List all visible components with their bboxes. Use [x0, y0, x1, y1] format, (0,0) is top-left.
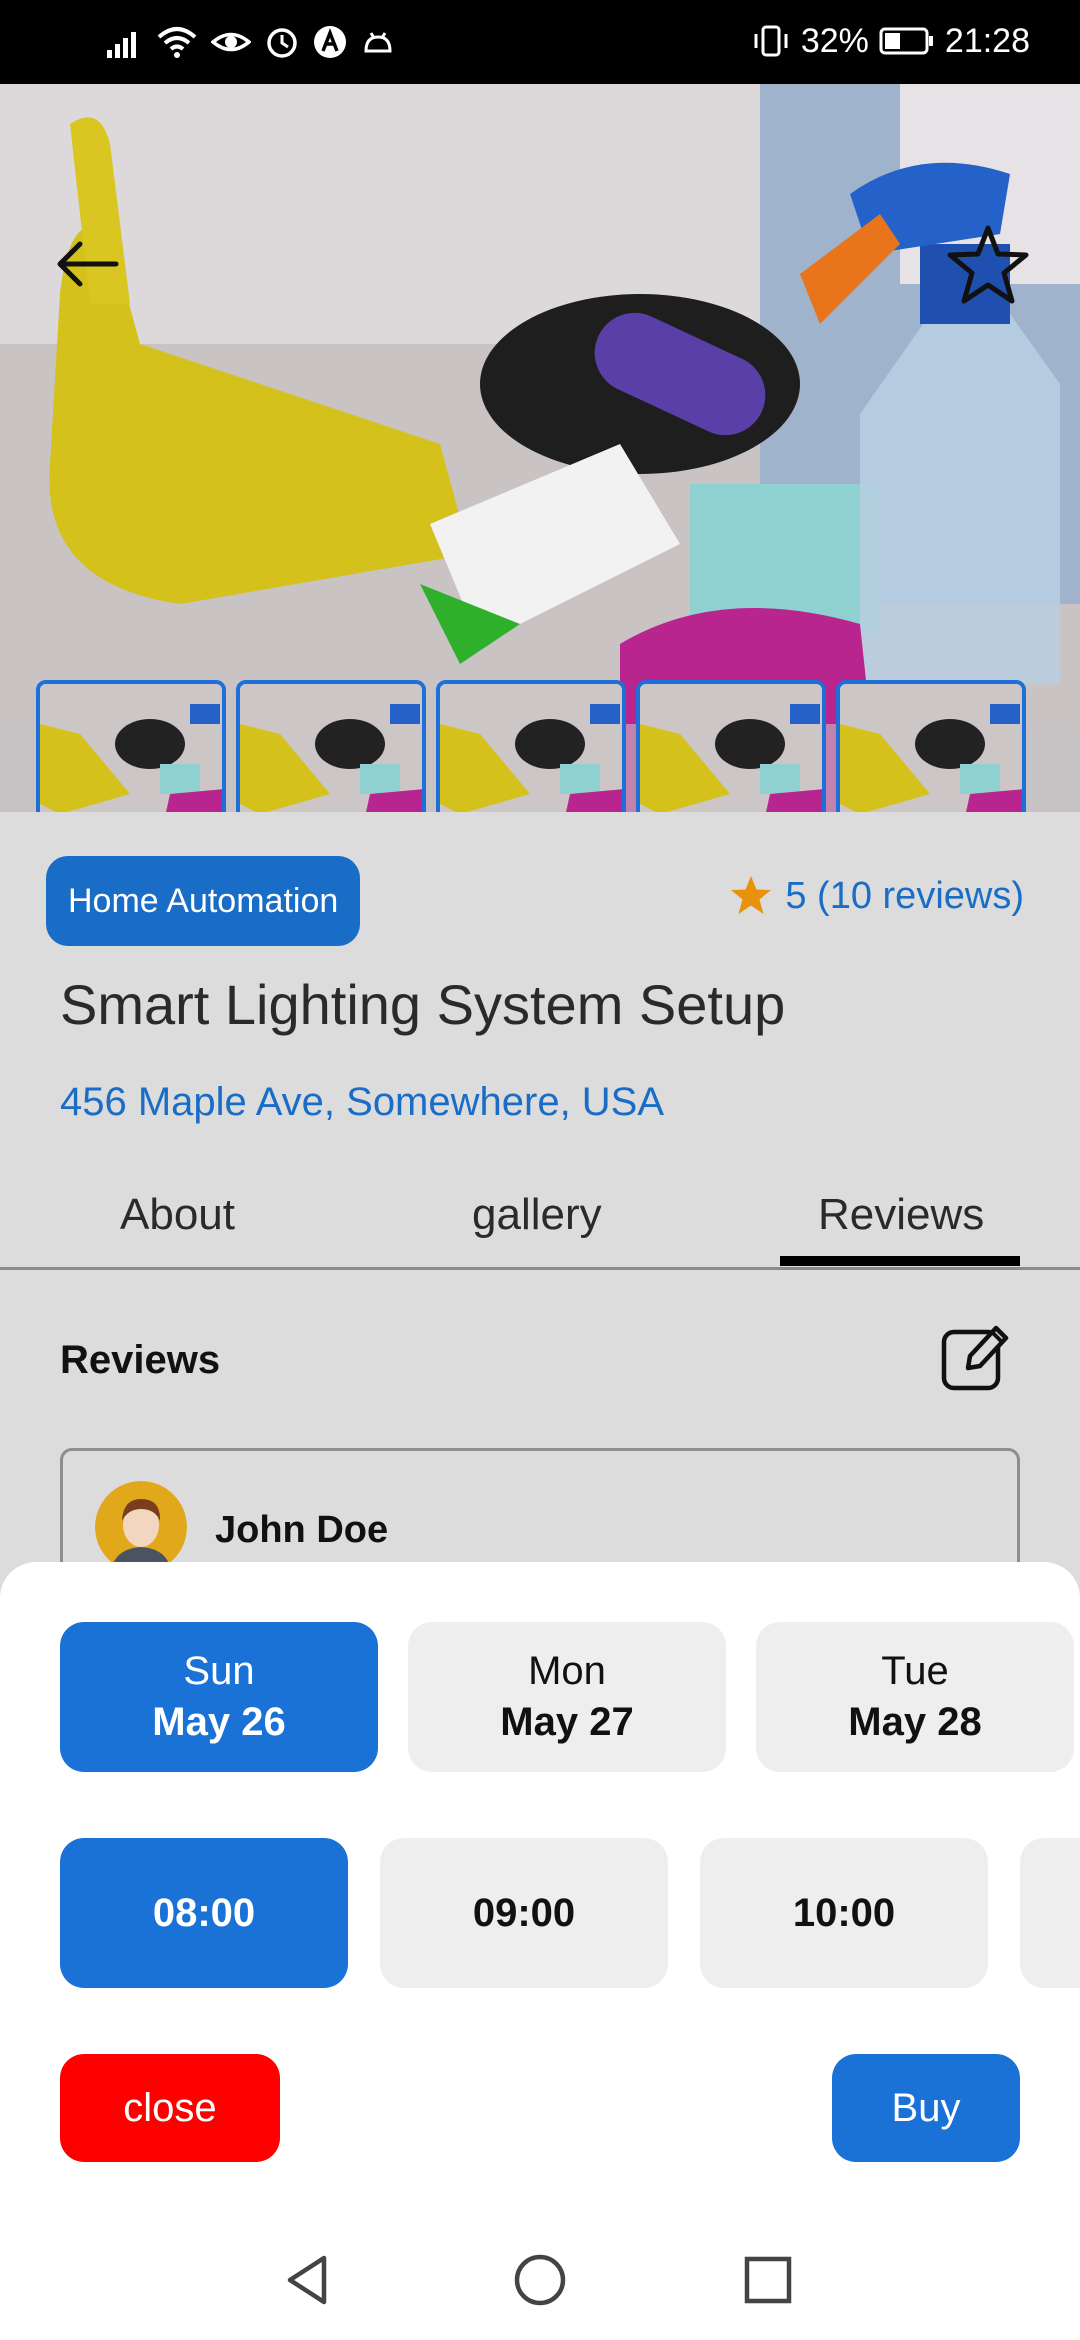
gallery-thumbnail[interactable] [636, 680, 826, 812]
rating-text: 5 (10 reviews) [785, 874, 1024, 917]
battery-icon [879, 27, 933, 55]
service-info: Home Automation 5 (10 reviews) Smart Lig… [0, 812, 1080, 1270]
gallery-thumbnail[interactable] [36, 680, 226, 812]
time-option[interactable]: 09:00 [380, 1838, 668, 1988]
date-option[interactable]: Sun May 26 [60, 1622, 378, 1772]
vibrate-icon [754, 25, 788, 57]
close-button[interactable]: close [60, 2054, 280, 2162]
eye-icon [211, 32, 251, 52]
time-option[interactable]: 10:00 [700, 1838, 988, 1988]
gallery-thumbnail[interactable] [436, 680, 626, 812]
time-option-partial[interactable] [1020, 1838, 1080, 1988]
avatar [95, 1481, 187, 1573]
reviews-section: Reviews John Doe [0, 1270, 1080, 1648]
signal-icon [107, 32, 136, 58]
tab-bar: About gallery Reviews [0, 1172, 1080, 1270]
battery-percent: 32% [800, 21, 869, 60]
date-day: Sun [183, 1649, 255, 1693]
gallery-thumbnail[interactable] [836, 680, 1026, 812]
date-option[interactable]: Mon May 27 [408, 1622, 726, 1772]
date-date: May 28 [848, 1700, 982, 1744]
category-chip[interactable]: Home Automation [46, 856, 361, 946]
thumbnail-strip [36, 680, 1026, 812]
active-tab-indicator [780, 1256, 1020, 1266]
date-picker: Sun May 26 Mon May 27 Tue May 28 [60, 1622, 1074, 1772]
date-day: Mon [528, 1649, 606, 1693]
wifi-icon [157, 27, 197, 58]
alarm-icon [267, 28, 297, 58]
service-address[interactable]: 456 Maple Ave, Somewhere, USA [60, 1080, 664, 1125]
system-nav-bar [0, 2220, 1080, 2340]
favorite-star-icon[interactable] [945, 222, 1031, 308]
android-icon [364, 32, 392, 53]
service-title: Smart Lighting System Setup [60, 973, 786, 1036]
date-option[interactable]: Tue May 28 [756, 1622, 1074, 1772]
nav-home-icon[interactable] [510, 2250, 570, 2310]
tab-about[interactable]: About [120, 1190, 235, 1240]
date-date: May 27 [500, 1700, 634, 1744]
time-picker: 08:00 09:00 10:00 [60, 1838, 1080, 1988]
date-day: Tue [881, 1649, 949, 1693]
reviewer-name: John Doe [215, 1509, 389, 1551]
buy-button[interactable]: Buy [832, 2054, 1020, 2162]
hero-image [0, 84, 1080, 812]
tab-reviews[interactable]: Reviews [818, 1190, 984, 1240]
app-a-icon [314, 26, 346, 58]
star-icon [731, 876, 772, 914]
nav-back-icon[interactable] [278, 2250, 338, 2310]
edit-review-icon[interactable] [940, 1320, 1012, 1392]
back-arrow-icon[interactable] [52, 234, 122, 294]
nav-recents-icon[interactable] [738, 2250, 798, 2310]
reviews-heading: Reviews [60, 1338, 221, 1382]
rating: 5 (10 reviews) [729, 874, 1024, 918]
gallery-thumbnail[interactable] [236, 680, 426, 812]
date-date: May 26 [152, 1700, 286, 1744]
status-bar: 32% 21:28 [0, 0, 1080, 84]
clock: 21:28 [944, 21, 1030, 60]
tab-gallery[interactable]: gallery [472, 1190, 602, 1240]
time-option[interactable]: 08:00 [60, 1838, 348, 1988]
